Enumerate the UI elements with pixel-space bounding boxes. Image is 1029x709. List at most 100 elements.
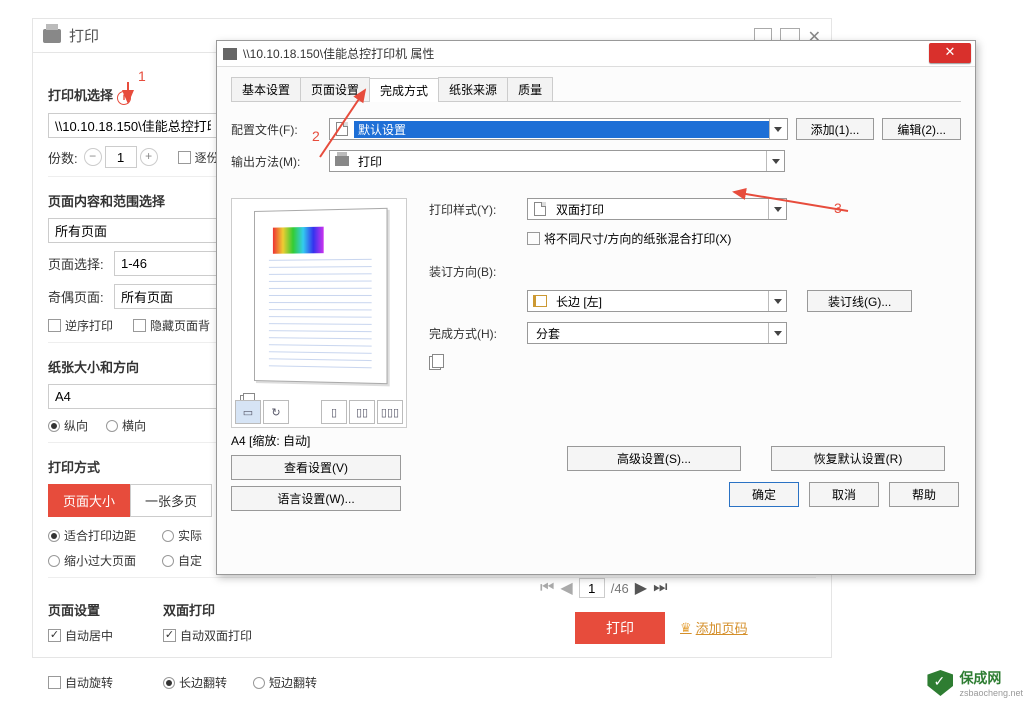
finish-value: 分套 [528,325,768,342]
properties-titlebar: \\10.10.18.150\佳能总控打印机 属性 [217,41,975,67]
toggle-page-size[interactable]: 页面大小 [48,484,130,517]
preview-tool-refresh[interactable]: ↻ [263,400,289,424]
thumbnail-colorbar [273,227,324,254]
tab-finishing[interactable]: 完成方式 [369,78,439,102]
auto-duplex-checkbox[interactable]: 自动双面打印 [163,627,317,644]
advanced-settings-button[interactable]: 高级设置(S)... [567,446,741,471]
cancel-button[interactable]: 取消 [809,482,879,507]
fit-margin-radio[interactable]: 适合打印边距 [48,527,136,544]
watermark-shield-icon [927,670,953,696]
profile-doc-icon [332,119,352,139]
tab-paper-source[interactable]: 纸张来源 [438,77,508,101]
info-icon[interactable]: i [117,91,131,105]
combo-arrow-icon[interactable] [768,291,786,311]
odd-even-select[interactable] [114,284,218,309]
combo-arrow-icon[interactable] [768,199,786,219]
properties-title: \\10.10.18.150\佳能总控打印机 属性 [243,45,434,62]
binding-line-button[interactable]: 装订线(G)... [807,290,912,312]
output-value: 打印 [354,153,766,170]
binding-dir-combo[interactable]: 长边 [左] [527,290,787,312]
binding-dir-label: 装订方向(B): [429,263,527,280]
finish-combo[interactable]: 分套 [527,322,787,344]
watermark-name: 保成网 [959,670,1001,686]
restore-defaults-button[interactable]: 恢复默认设置(R) [771,446,945,471]
printer-properties-dialog: \\10.10.18.150\佳能总控打印机 属性 ✕ 基本设置 页面设置 完成… [216,40,976,575]
pager-prev-icon[interactable]: ◀ [560,578,572,598]
page-select-label: 页面选择: [48,254,108,273]
language-settings-button[interactable]: 语言设置(W)... [231,486,401,511]
copies-increment[interactable]: + [140,148,158,166]
copies-input[interactable] [105,146,137,168]
custom-radio[interactable]: 自定 [162,552,202,569]
copies-label: 份数: [48,148,78,167]
hide-bg-checkbox[interactable]: 隐藏页面背 [133,317,210,334]
tab-basic[interactable]: 基本设置 [231,77,301,101]
odd-even-label: 奇偶页面: [48,287,108,306]
tab-quality[interactable]: 质量 [507,77,553,101]
toggle-multi-page[interactable]: 一张多页 [130,484,212,517]
book-icon [530,291,550,311]
orientation-portrait[interactable]: 纵向 [48,417,88,434]
pager-last-icon[interactable]: ⏭ [653,579,667,597]
combo-arrow-icon[interactable] [766,151,784,171]
preview-toolbar: ▭ ↻ ▯ ▯▯ ▯▯▯ [235,400,403,424]
annotation-2: 2 [312,128,320,144]
print-style-value: 双面打印 [552,201,768,218]
orientation-landscape[interactable]: 横向 [106,417,146,434]
combo-arrow-icon[interactable] [769,119,787,139]
preview-caption: A4 [缩放: 自动] [231,432,411,449]
edit-profile-button[interactable]: 编辑(2)... [882,118,961,140]
help-button[interactable]: 帮助 [889,482,959,507]
mix-sizes-checkbox[interactable]: 将不同尺寸/方向的纸张混合打印(X) [527,230,731,247]
output-label: 输出方法(M): [231,153,329,170]
print-style-combo[interactable]: 双面打印 [527,198,787,220]
duplex-icon [530,199,550,219]
print-style-label: 打印样式(Y): [429,201,527,218]
actual-size-radio[interactable]: 实际 [162,527,202,544]
preview-box: ▭ ↻ ▯ ▯▯ ▯▯▯ [231,198,407,428]
crown-icon: ♛ [680,620,692,636]
watermark-url: zsbaocheng.net [959,688,1023,698]
pager-next-icon[interactable]: ▶ [635,578,647,598]
view-settings-button[interactable]: 查看设置(V) [231,455,401,480]
printer-select-label: 打印机选择 [48,88,113,103]
output-printer-icon [332,151,352,171]
pager-current-input[interactable] [579,578,605,598]
annotation-1: 1 [138,68,146,84]
tab-page-setup[interactable]: 页面设置 [300,77,370,101]
properties-tabs: 基本设置 页面设置 完成方式 纸张来源 质量 [231,77,961,102]
printer-icon [43,29,61,43]
copies-decrement[interactable]: − [84,148,102,166]
collate-checkbox[interactable]: 逐份 [178,149,219,166]
finish-label: 完成方式(H): [429,325,527,342]
all-pages-select[interactable] [48,218,218,243]
ok-button[interactable]: 确定 [729,482,799,507]
shrink-radio[interactable]: 缩小过大页面 [48,552,136,569]
printer-select[interactable] [48,113,218,138]
auto-rotate-checkbox[interactable]: 自动旋转 [48,674,113,691]
auto-center-checkbox[interactable]: 自动居中 [48,627,113,644]
preview-tool-2up[interactable]: ▯▯ [349,400,375,424]
page-pager: ⏮ ◀ /46 ▶ ⏭ [540,578,668,598]
preview-tool-doc[interactable]: ▭ [235,400,261,424]
add-profile-button[interactable]: 添加(1)... [796,118,875,140]
short-edge-radio[interactable]: 短边翻转 [253,674,317,691]
page-range-input[interactable] [114,251,218,276]
print-dialog-title: 打印 [69,25,99,46]
reverse-print-checkbox[interactable]: 逆序打印 [48,317,113,334]
add-page-link[interactable]: ♛添加页码 [680,618,748,637]
watermark: 保成网 zsbaocheng.net [927,668,1023,698]
preview-tool-1up[interactable]: ▯ [321,400,347,424]
page-thumbnail [254,208,388,384]
combo-arrow-icon[interactable] [768,323,786,343]
pager-total: /46 [611,581,629,596]
profile-combo[interactable]: 默认设置 [329,118,788,140]
dialog-close-button[interactable]: ✕ [929,43,971,63]
paper-size-select[interactable] [48,384,218,409]
long-edge-radio[interactable]: 长边翻转 [163,674,227,691]
pager-first-icon[interactable]: ⏮ [540,579,554,597]
preview-tool-3up[interactable]: ▯▯▯ [377,400,403,424]
output-combo[interactable]: 打印 [329,150,785,172]
print-button[interactable]: 打印 [575,612,665,644]
duplex-title: 双面打印 [163,600,317,619]
